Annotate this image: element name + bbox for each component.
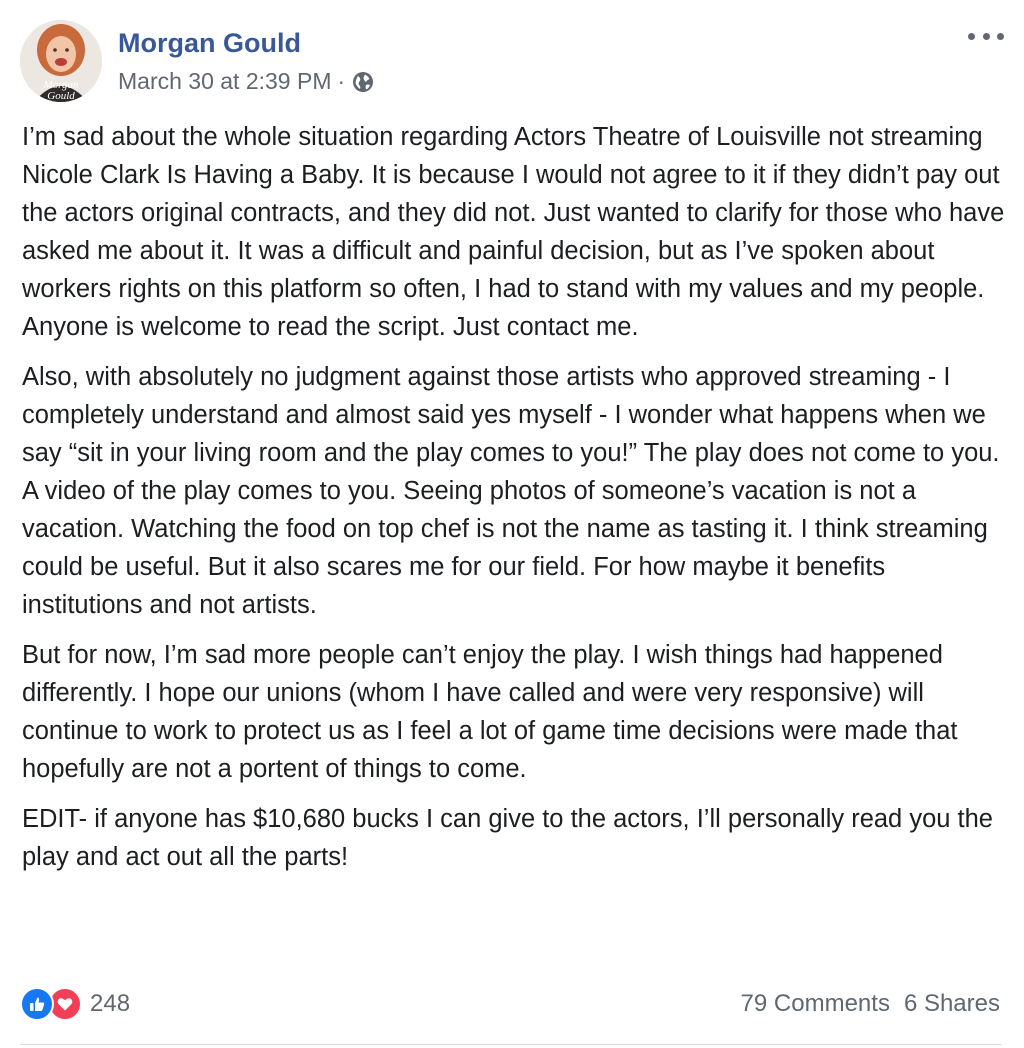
facebook-post: Morgan Gould Morgan Gould March 30 at 2:…: [0, 0, 1024, 1048]
post-timestamp[interactable]: March 30 at 2:39 PM: [118, 68, 332, 95]
post-header: Morgan Gould Morgan Gould March 30 at 2:…: [20, 20, 1004, 102]
meta-separator: ·: [337, 68, 346, 94]
avatar-photo: Morgan Gould: [20, 20, 102, 102]
comments-count-link[interactable]: 79 Comments: [741, 990, 890, 1018]
svg-text:Gould: Gould: [47, 90, 75, 102]
author-name[interactable]: Morgan Gould: [118, 28, 301, 59]
post-footer: 248 79 Comments 6 Shares: [20, 984, 1004, 1024]
post-paragraph: But for now, I’m sad more people can’t e…: [22, 641, 958, 783]
reaction-count: 248: [90, 990, 131, 1017]
engagement-stats: 79 Comments 6 Shares: [741, 984, 1000, 1024]
post-body: I’m sad about the whole situation regard…: [22, 118, 1006, 888]
reactions-summary[interactable]: 248: [20, 984, 130, 1024]
more-dot: [968, 32, 975, 40]
more-dot: [997, 32, 1004, 40]
post-paragraph: I’m sad about the whole situation regard…: [22, 123, 1005, 341]
post-meta: March 30 at 2:39 PM ·: [118, 68, 375, 95]
globe-icon[interactable]: [351, 70, 375, 94]
shares-count-link[interactable]: 6 Shares: [904, 990, 1000, 1018]
more-dot: [982, 32, 990, 40]
footer-divider: [20, 1044, 1002, 1045]
author-avatar[interactable]: Morgan Gould: [20, 20, 102, 102]
more-options-icon[interactable]: [968, 24, 1004, 48]
like-icon: [20, 987, 54, 1021]
post-paragraph: Also, with absolutely no judgment agains…: [22, 363, 1000, 619]
post-paragraph: EDIT- if anyone has $10,680 bucks I can …: [22, 805, 993, 871]
